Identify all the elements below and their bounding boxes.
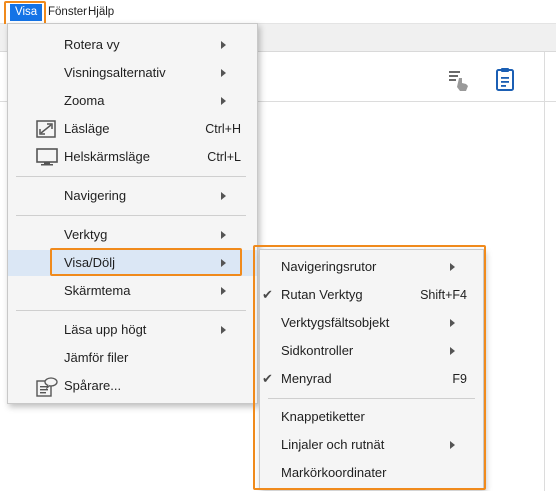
- submenu-arrow-icon: [221, 41, 226, 49]
- submenu-arrow-icon: [221, 287, 226, 295]
- submenu-arrow-icon: [221, 69, 226, 77]
- submenu-arrow-icon: [221, 97, 226, 105]
- submenu-arrow-icon: [221, 192, 226, 200]
- expand-icon: [36, 120, 56, 138]
- menu-item-label: Läsa upp högt: [64, 322, 147, 337]
- menu-item-lasa-upp-hogt[interactable]: Läsa upp högt: [8, 317, 257, 343]
- menu-item-label: Verktyg: [64, 227, 108, 242]
- menu-item-zooma[interactable]: Zooma: [8, 88, 257, 114]
- menu-bar: Visa Fönster Hjälp: [0, 0, 556, 24]
- menu-divider: [16, 215, 246, 216]
- shortcut-label: Ctrl+H: [205, 122, 241, 136]
- menu-item-label: Rotera vy: [64, 37, 120, 52]
- menu-item-visningsalternativ[interactable]: Visningsalternativ: [8, 60, 257, 86]
- fill-sign-icon[interactable]: [446, 66, 472, 92]
- visa-menu: Rotera vy Visningsalternativ Zooma Läslä…: [7, 23, 258, 404]
- menu-item-jamfor-filer[interactable]: Jämför filer: [8, 345, 257, 371]
- menu-item-lasläge[interactable]: Läsläge Ctrl+H: [8, 116, 257, 142]
- menu-item-navigering[interactable]: Navigering: [8, 183, 257, 209]
- menu-item-verktyg[interactable]: Verktyg: [8, 222, 257, 248]
- menu-item-label: Navigering: [64, 188, 127, 203]
- submenu-arrow-icon: [221, 231, 226, 239]
- menu-item-rotera-vy[interactable]: Rotera vy: [8, 32, 257, 58]
- menu-item-sparare[interactable]: Spårare...: [8, 373, 257, 399]
- menu-item-label: Spårare...: [64, 378, 122, 393]
- menu-item-label: Zooma: [64, 93, 105, 108]
- shortcut-label: Ctrl+L: [207, 150, 241, 164]
- menu-item-label: Helskärmsläge: [64, 149, 150, 164]
- monitor-icon: [36, 148, 58, 166]
- menubar-hjalp[interactable]: Hjälp: [84, 4, 118, 21]
- menu-item-label: Läsläge: [64, 121, 110, 136]
- menu-item-skarmtema[interactable]: Skärmtema: [8, 278, 257, 304]
- menu-item-helskarmslage[interactable]: Helskärmsläge Ctrl+L: [8, 144, 257, 170]
- submenu-arrow-icon: [221, 326, 226, 334]
- tracker-icon: [36, 377, 58, 397]
- highlight-visa-dolj: [50, 248, 242, 276]
- document-clipboard-icon[interactable]: [492, 66, 518, 92]
- highlight-submenu: [253, 245, 486, 490]
- menu-item-label: Skärmtema: [64, 283, 131, 298]
- menu-divider: [16, 176, 246, 177]
- menu-item-label: Visningsalternativ: [64, 65, 166, 80]
- menu-divider: [16, 310, 246, 311]
- menu-item-label: Jämför filer: [64, 350, 129, 365]
- panel-divider: [544, 52, 545, 491]
